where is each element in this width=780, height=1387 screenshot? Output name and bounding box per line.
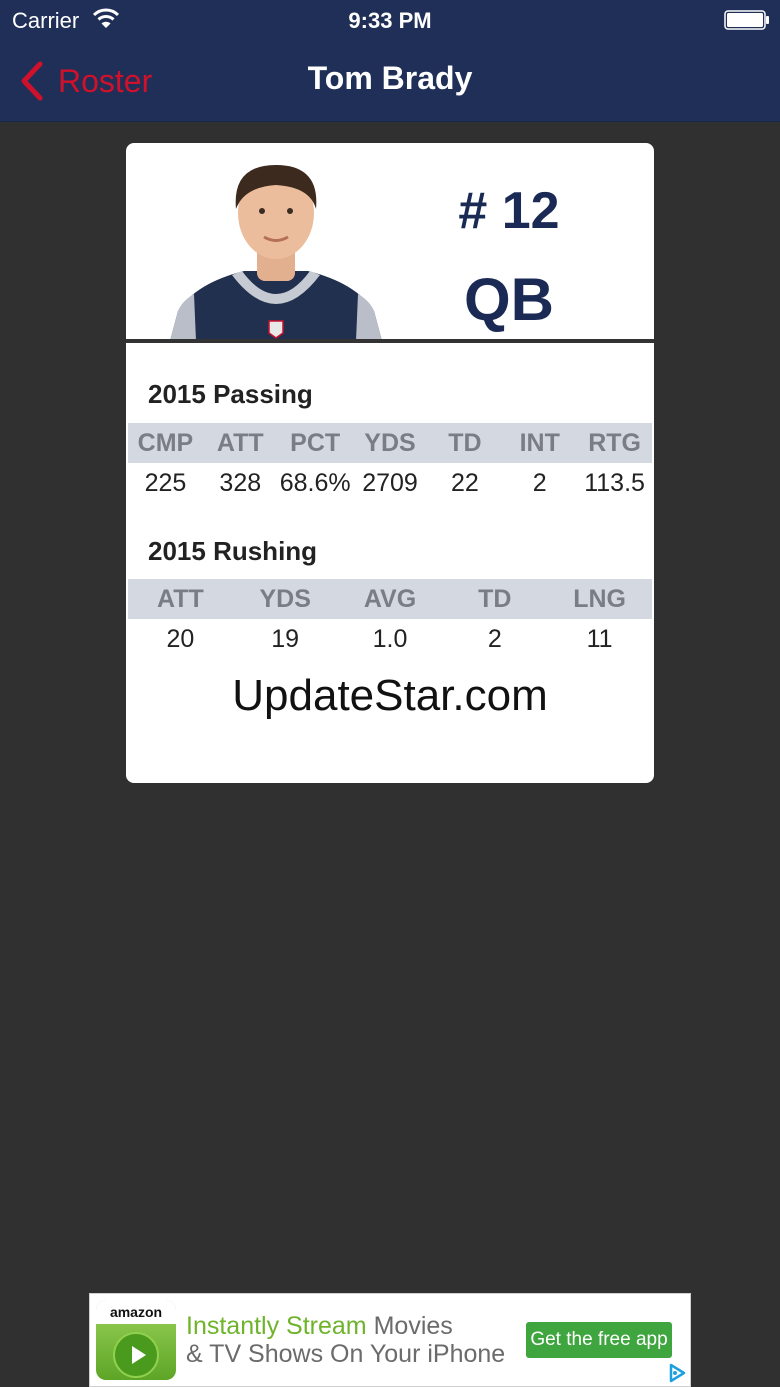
- amazon-logo: amazon: [96, 1300, 176, 1324]
- rushing-header-lng: LNG: [573, 585, 626, 613]
- ad-headline: Instantly Stream Movies: [186, 1312, 453, 1341]
- ad-headline-highlight: Instantly Stream: [186, 1312, 367, 1340]
- status-time: 9:33 PM: [348, 8, 432, 33]
- passing-value-yds: 2709: [362, 469, 418, 497]
- passing-value-rtg: 113.5: [584, 469, 645, 497]
- rushing-value-yds: 19: [271, 625, 300, 653]
- passing-value-att: 328: [219, 469, 262, 497]
- rushing-value-avg: 1.0: [372, 625, 408, 653]
- ad-banner[interactable]: amazon Instantly Stream Movies & TV Show…: [89, 1293, 691, 1387]
- passing-values-row: 225 328 68.6% 2709 22 2 113.5: [128, 463, 652, 505]
- battery-icon: [724, 10, 769, 30]
- passing-header-att: ATT: [216, 429, 264, 457]
- card-divider: [126, 339, 654, 343]
- navigation-bar: Roster Tom Brady: [0, 40, 780, 122]
- passing-value-cmp: 225: [144, 469, 187, 497]
- rushing-section-title: 2015 Rushing: [148, 536, 318, 566]
- rushing-value-att: 20: [166, 625, 195, 653]
- get-app-button[interactable]: Get the free app: [526, 1322, 672, 1358]
- ad-headline-rest: Movies: [366, 1312, 453, 1340]
- rushing-value-lng: 11: [586, 625, 613, 653]
- player-card: # 12 QB 2015 Passing CMP ATT PCT YDS TD …: [126, 143, 654, 783]
- rushing-header-row: ATT YDS AVG TD LNG: [128, 579, 652, 619]
- passing-value-pct: 68.6%: [279, 469, 351, 497]
- top-bar: Carrier 9:33 PM Roster Tom Brady: [0, 0, 780, 122]
- adchoices-icon[interactable]: [666, 1362, 688, 1384]
- status-bar: Carrier 9:33 PM: [0, 0, 780, 40]
- ad-subline: & TV Shows On Your iPhone: [186, 1340, 506, 1368]
- passing-header-row: CMP ATT PCT YDS TD INT RTG: [128, 423, 652, 463]
- page-title: Tom Brady: [307, 60, 473, 96]
- passing-header-rtg: RTG: [588, 429, 641, 457]
- rushing-header-avg: AVG: [363, 585, 417, 613]
- rushing-header-td: TD: [478, 585, 512, 613]
- passing-header-int: INT: [519, 429, 560, 457]
- play-icon: [113, 1332, 159, 1378]
- jersey-number: # 12: [458, 182, 560, 240]
- player-photo: [170, 165, 382, 341]
- rushing-values-row: 20 19 1.0 2 11: [128, 619, 652, 661]
- passing-value-td: 22: [450, 469, 479, 497]
- passing-section-title: 2015 Passing: [148, 379, 313, 409]
- passing-header-cmp: CMP: [137, 429, 194, 457]
- watermark-text: UpdateStar.com: [232, 671, 548, 720]
- rushing-value-td: 2: [487, 625, 502, 653]
- rushing-header-yds: YDS: [259, 585, 311, 613]
- rushing-header-att: ATT: [157, 585, 204, 613]
- player-position: QB: [464, 266, 554, 333]
- passing-value-int: 2: [532, 469, 547, 497]
- passing-header-yds: YDS: [364, 429, 416, 457]
- passing-header-pct: PCT: [290, 429, 341, 457]
- passing-header-td: TD: [448, 429, 482, 457]
